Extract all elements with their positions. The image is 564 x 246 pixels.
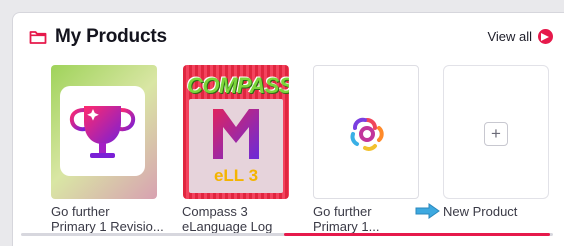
my-products-card: My Products View all COMPASS eLL 3 + Go …	[12, 12, 564, 246]
horizontal-scrollbar-thumb[interactable]	[284, 233, 550, 236]
trophy-icon	[69, 106, 136, 158]
product-thumbnail-3[interactable]	[313, 65, 419, 199]
product-caption-2: Compass 3 eLanguage Log	[182, 204, 298, 234]
product-subtitle: eLanguage Log	[182, 219, 273, 234]
arrow-right-circle-icon	[538, 29, 553, 44]
new-product-label: New Product	[443, 203, 518, 219]
arrow-pointer-icon	[415, 203, 440, 219]
section-header: My Products View all	[13, 13, 564, 65]
cover-title: COMPASS	[187, 73, 289, 98]
cover-badge: eLL 3	[213, 166, 259, 185]
product-subtitle: Primary 1 Revisio...	[51, 219, 164, 234]
product-caption-1: Go further Primary 1 Revisio...	[51, 204, 167, 234]
new-product-caption[interactable]: New Product	[415, 203, 517, 219]
product-cover-frame	[60, 86, 145, 176]
plus-icon: +	[484, 122, 508, 146]
section-title: My Products	[55, 26, 167, 47]
product-thumbnail-1[interactable]	[51, 65, 157, 199]
product-title: Compass 3	[182, 204, 248, 219]
product-subtitle: Primary 1...	[313, 219, 380, 234]
go-further-flower-logo-icon	[350, 117, 384, 151]
product-thumbnail-2[interactable]: COMPASS eLL 3	[183, 65, 289, 199]
product-caption-3: Go further Primary 1...	[313, 204, 429, 234]
compass-m-logo-icon	[213, 109, 259, 159]
new-product-tile[interactable]: +	[443, 65, 549, 199]
view-all-link[interactable]: View all	[487, 29, 553, 44]
product-title: Go further	[51, 204, 110, 219]
view-all-label: View all	[487, 29, 532, 44]
folder-icon	[29, 31, 47, 44]
product-title: Go further	[313, 204, 372, 219]
